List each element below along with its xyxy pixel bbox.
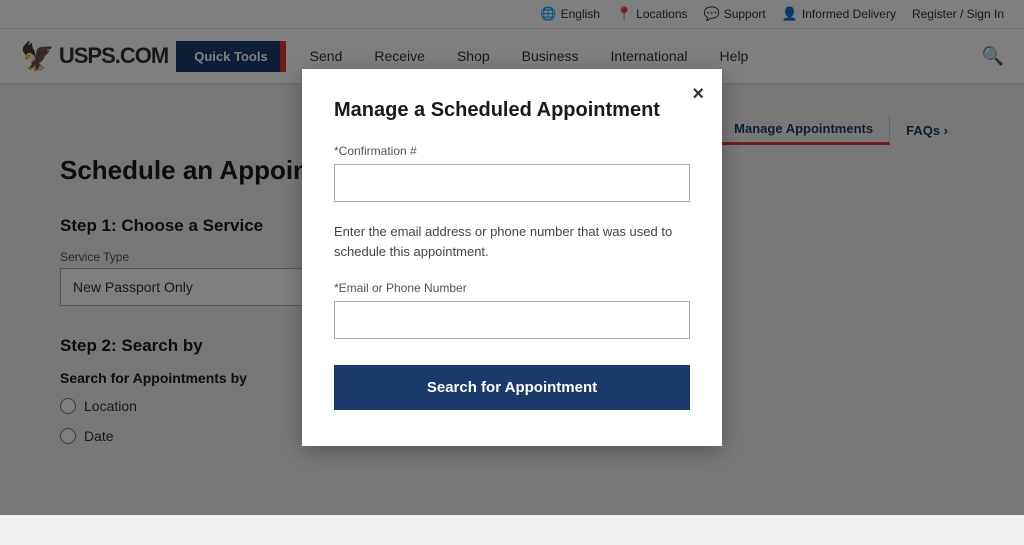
search-appointment-button[interactable]: Search for Appointment	[334, 365, 690, 410]
modal-overlay[interactable]: × Manage a Scheduled Appointment *Confir…	[0, 0, 1024, 515]
modal-close-button[interactable]: ×	[692, 83, 704, 106]
email-phone-input[interactable]	[334, 301, 690, 339]
confirmation-label: *Confirmation #	[334, 144, 690, 158]
email-phone-label: *Email or Phone Number	[334, 281, 690, 295]
modal: × Manage a Scheduled Appointment *Confir…	[302, 69, 722, 446]
modal-description: Enter the email address or phone number …	[334, 222, 690, 261]
modal-title: Manage a Scheduled Appointment	[334, 99, 690, 122]
confirmation-input[interactable]	[334, 164, 690, 202]
